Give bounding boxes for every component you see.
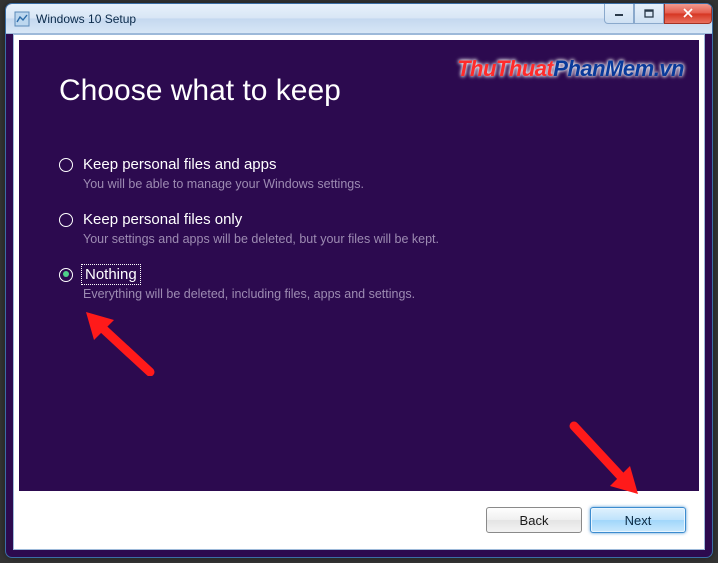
client-area: Choose what to keep Keep personal files … [13,34,705,550]
content-area: Choose what to keep Keep personal files … [19,40,699,491]
radio-icon[interactable] [59,213,73,227]
radio-icon[interactable] [59,158,73,172]
option-keep-files-apps[interactable]: Keep personal files and apps You will be… [59,156,659,191]
maximize-button[interactable] [634,4,664,24]
radio-icon[interactable] [59,268,73,282]
app-icon [14,11,30,27]
close-button[interactable] [664,4,712,24]
window-title: Windows 10 Setup [36,12,604,26]
option-label: Nothing [83,266,139,283]
window-controls [604,4,712,25]
setup-window: Windows 10 Setup Choose what to keep Kee… [5,3,713,558]
option-desc: Your settings and apps will be deleted, … [83,232,659,246]
option-keep-files-only[interactable]: Keep personal files only Your settings a… [59,211,659,246]
next-button[interactable]: Next [590,507,686,533]
option-desc: You will be able to manage your Windows … [83,177,659,191]
option-label: Keep personal files only [83,211,242,228]
option-label: Keep personal files and apps [83,156,276,173]
footer: Back Next [14,491,704,549]
titlebar: Windows 10 Setup [6,4,712,34]
option-nothing[interactable]: Nothing Everything will be deleted, incl… [59,266,659,301]
minimize-button[interactable] [604,4,634,24]
back-button[interactable]: Back [486,507,582,533]
option-desc: Everything will be deleted, including fi… [83,287,659,301]
page-heading: Choose what to keep [59,74,659,108]
